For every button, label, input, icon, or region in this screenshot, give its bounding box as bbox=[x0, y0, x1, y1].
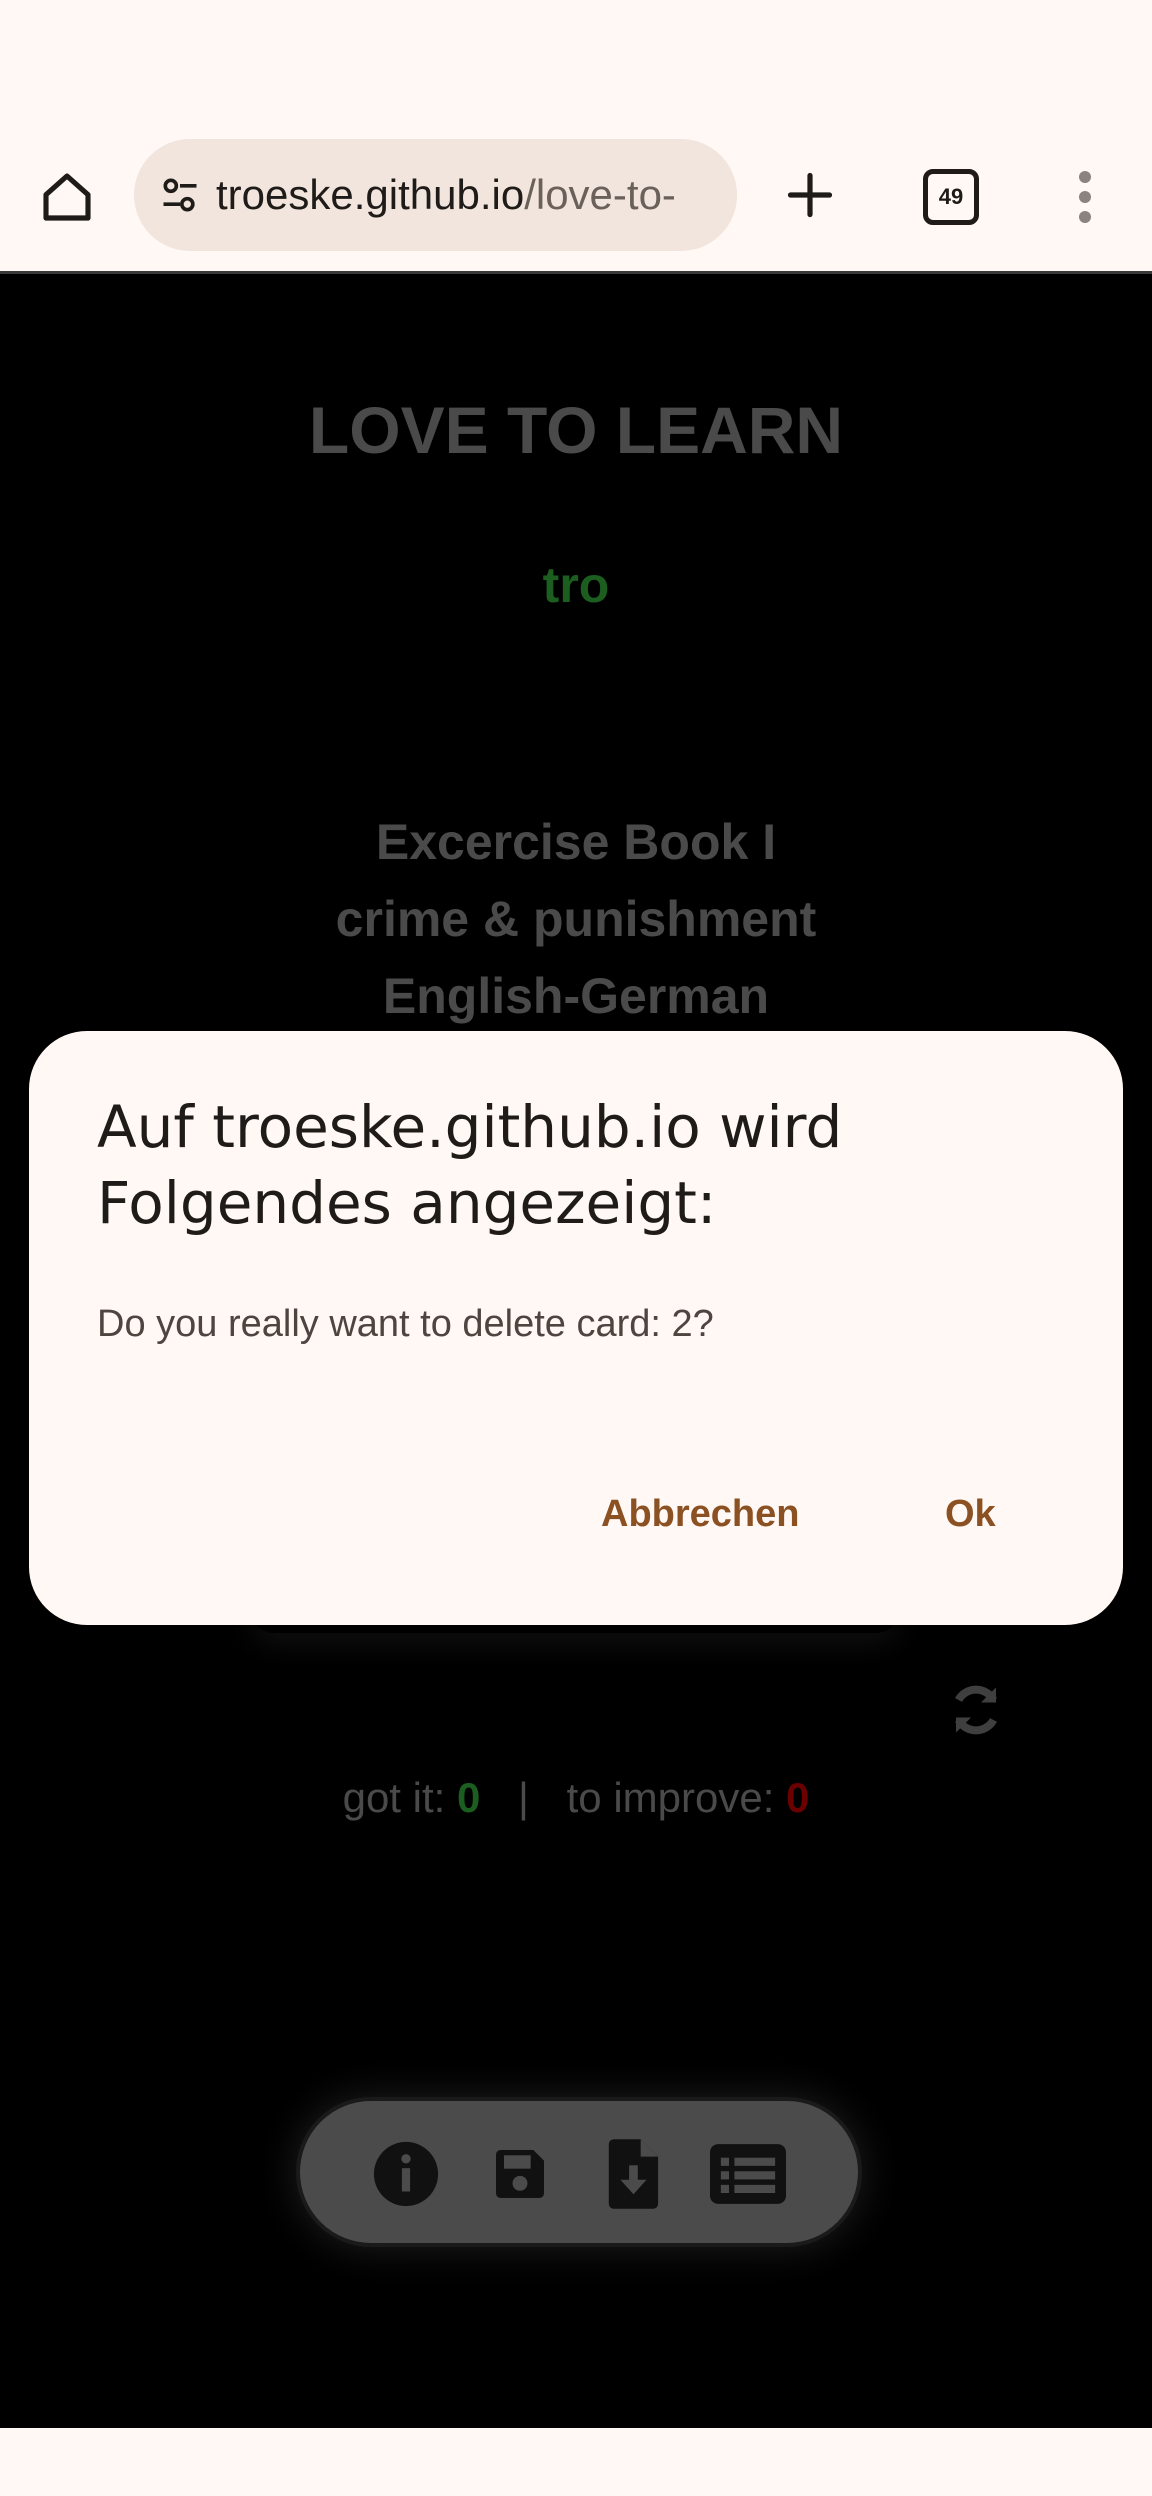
status-bar bbox=[0, 0, 1152, 120]
plus-icon bbox=[787, 172, 833, 218]
ok-button[interactable]: Ok bbox=[929, 1479, 1012, 1549]
tab-switcher-icon: 49 bbox=[923, 169, 979, 225]
url-host: troeske.github.io bbox=[216, 171, 525, 218]
confirm-dialog: Auf troeske.github.io wird Folgendes ang… bbox=[29, 1031, 1123, 1625]
cancel-button[interactable]: Abbrechen bbox=[585, 1479, 815, 1549]
url-fade bbox=[677, 139, 737, 251]
url-path: /love-to- bbox=[524, 171, 676, 218]
home-button[interactable] bbox=[30, 160, 104, 234]
home-icon bbox=[43, 173, 91, 221]
tab-switcher-button[interactable]: 49 bbox=[916, 162, 986, 232]
browser-toolbar: troeske.github.io/love-to- 49 bbox=[0, 120, 1152, 274]
new-tab-button[interactable] bbox=[775, 158, 845, 232]
system-nav-bar bbox=[0, 2428, 1152, 2496]
dialog-message: Do you really want to delete card: 2? bbox=[97, 1303, 714, 1345]
url-text: troeske.github.io/love-to- bbox=[216, 171, 676, 219]
tune-icon[interactable] bbox=[156, 171, 204, 219]
more-vert-icon[interactable] bbox=[1060, 160, 1110, 234]
tab-count: 49 bbox=[938, 184, 964, 209]
dialog-title: Auf troeske.github.io wird Folgendes ang… bbox=[97, 1093, 843, 1237]
address-bar[interactable]: troeske.github.io/love-to- bbox=[134, 139, 737, 251]
